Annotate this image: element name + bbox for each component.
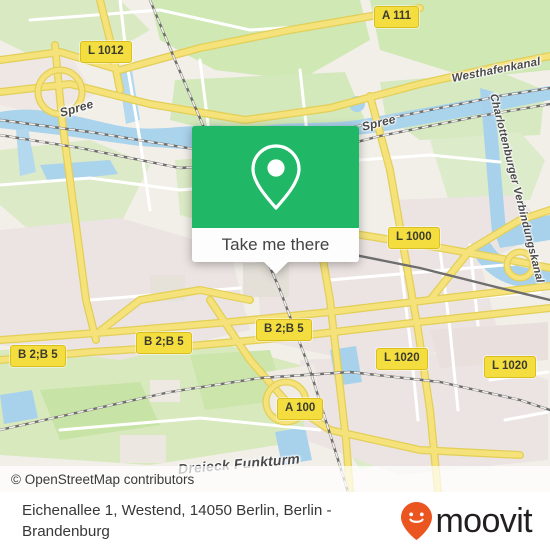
popup-action[interactable]: Take me there <box>192 228 359 262</box>
moovit-wordmark: moovit <box>435 501 532 540</box>
map-canvas[interactable]: Westhafenkanal Charlottenburger Verbindun… <box>0 0 550 492</box>
bottom-bar: Eichenallee 1, Westend, 14050 Berlin, Be… <box>0 492 550 550</box>
road-shield: A 100 <box>277 398 324 420</box>
road-shield: L 1012 <box>80 41 132 63</box>
road-shield: L 1020 <box>484 356 536 378</box>
location-popup[interactable]: Take me there <box>192 126 359 274</box>
moovit-pin-smiley-icon <box>401 502 433 540</box>
map-screenshot: Westhafenkanal Charlottenburger Verbindun… <box>0 0 550 550</box>
road-shield: B 2;B 5 <box>256 319 312 341</box>
map-attribution: © OpenStreetMap contributors <box>0 466 550 492</box>
road-shield: B 2;B 5 <box>10 345 66 367</box>
map-pin-icon <box>250 144 301 210</box>
popup-tail <box>263 262 288 274</box>
road-shield: B 2;B 5 <box>136 332 192 354</box>
popup-header <box>192 126 359 228</box>
attribution-text: © OpenStreetMap contributors <box>11 471 195 487</box>
road-shield: L 1000 <box>388 227 440 249</box>
address-text: Eichenallee 1, Westend, 14050 Berlin, Be… <box>22 502 332 540</box>
road-shield: L 1020 <box>376 348 428 370</box>
road-shield: A 111 <box>374 6 419 28</box>
moovit-logo[interactable]: moovit <box>400 501 550 541</box>
take-me-there-label: Take me there <box>221 235 330 254</box>
